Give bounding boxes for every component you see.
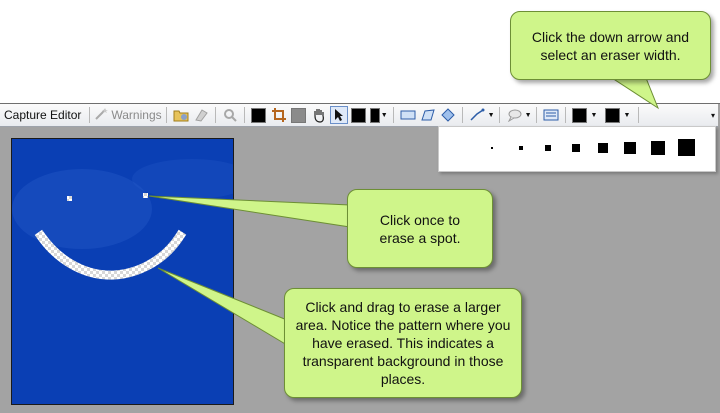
callout-erase-spot-text: Click once to erase a spot.: [379, 211, 461, 246]
callout-eraser-width: Click the down arrow and select an erase…: [510, 11, 711, 80]
callout-erase-area-text: Click and drag to erase a larger area. N…: [295, 299, 511, 387]
callout-erase-spot: Click once to erase a spot.: [347, 189, 493, 268]
callout-eraser-width-text: Click the down arrow and select an erase…: [531, 28, 690, 63]
callout-erase-area: Click and drag to erase a larger area. N…: [284, 288, 522, 398]
